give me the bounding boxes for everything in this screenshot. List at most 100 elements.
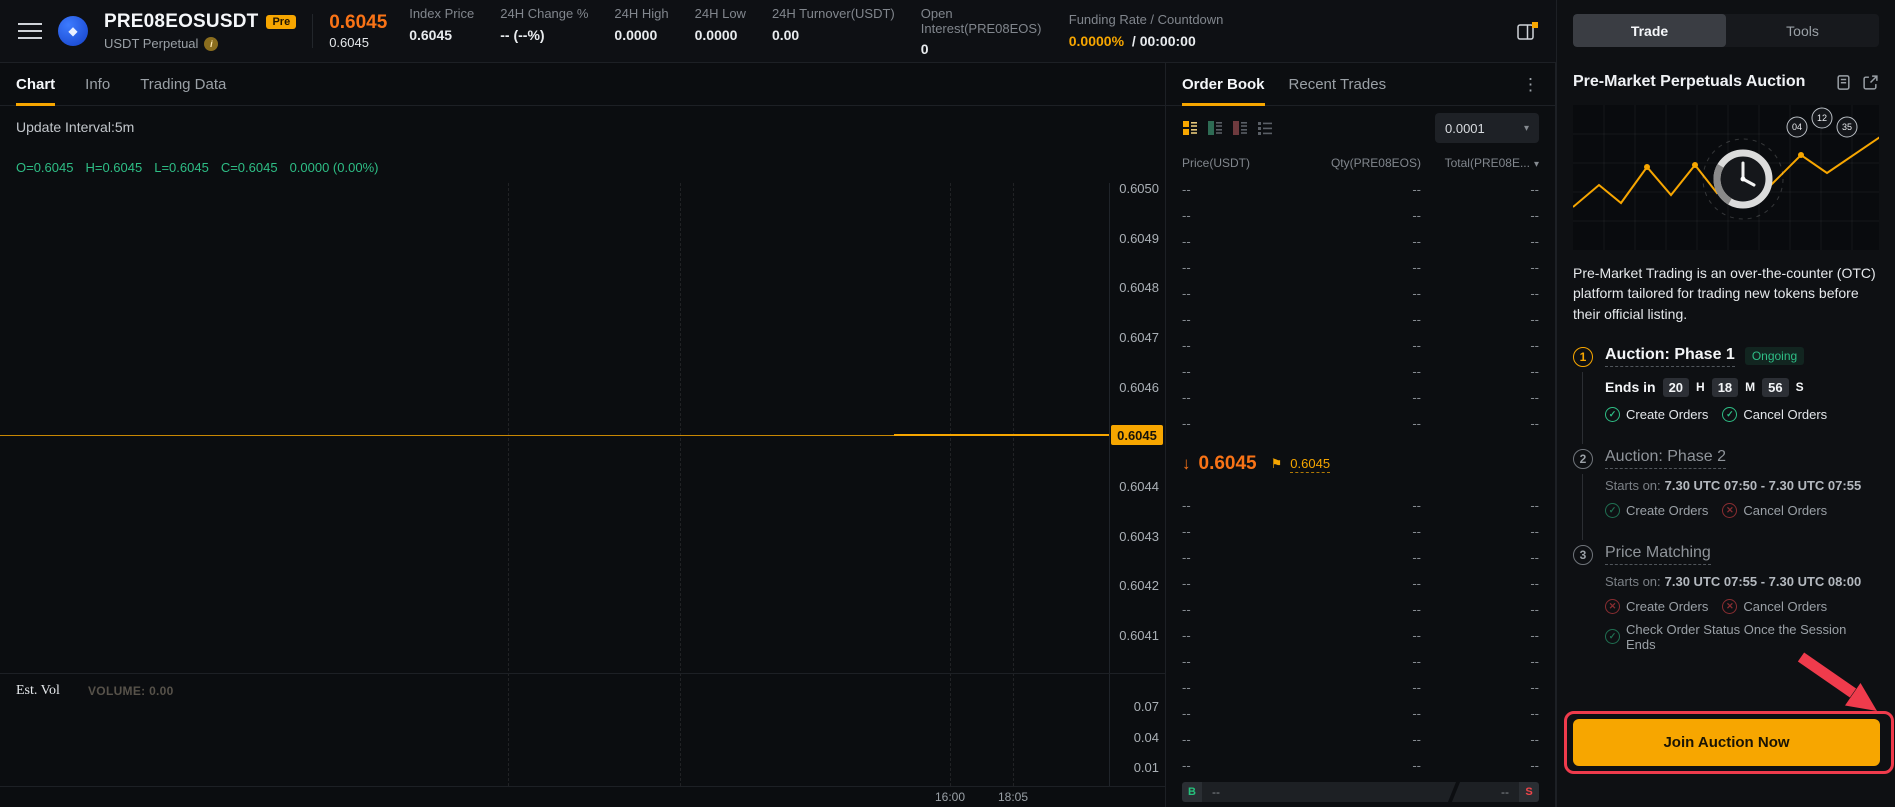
bid-row[interactable]: -- -- -- bbox=[1166, 596, 1555, 622]
bid-row[interactable]: -- -- -- bbox=[1166, 544, 1555, 570]
bid-total: -- bbox=[1421, 758, 1539, 773]
bid-row[interactable]: -- -- -- bbox=[1166, 570, 1555, 596]
price-axis-label: 0.6046 bbox=[1119, 380, 1159, 395]
bid-price: -- bbox=[1182, 680, 1296, 695]
trading-app: ◆ PRE08EOSUSDT Pre USDT Perpetual i 0.60… bbox=[0, 0, 1895, 807]
ask-row[interactable]: -- -- -- bbox=[1166, 202, 1555, 228]
pane-divider[interactable] bbox=[0, 673, 1165, 674]
orderbook-view-list-icon[interactable] bbox=[1257, 120, 1273, 136]
tab-trade[interactable]: Trade bbox=[1573, 14, 1726, 47]
ask-price: -- bbox=[1182, 208, 1296, 223]
bid-row[interactable]: -- -- -- bbox=[1166, 492, 1555, 518]
orderbook-tabs: Order Book Recent Trades ⋮ bbox=[1166, 63, 1555, 106]
ask-total: -- bbox=[1421, 416, 1539, 431]
tick-size-value: 0.0001 bbox=[1445, 121, 1485, 136]
stat-label: 24H High bbox=[614, 7, 668, 22]
cross-circle-icon: ✕ bbox=[1722, 503, 1737, 518]
gridline bbox=[508, 183, 509, 786]
info-icon[interactable]: i bbox=[204, 37, 218, 51]
volume-axis-label: 0.04 bbox=[1134, 730, 1159, 745]
orderbook-panel: Order Book Recent Trades ⋮ 0.000 bbox=[1166, 63, 1556, 807]
ohlc-value: O=0.6045 bbox=[16, 160, 73, 175]
orderbook-last-price: 0.6045 bbox=[1199, 453, 1257, 475]
chart-plot[interactable]: 0.60500.60490.60480.60470.60460.60450.60… bbox=[0, 183, 1165, 807]
ask-row[interactable]: -- -- -- bbox=[1166, 280, 1555, 306]
price-down-arrow-icon: ↓ bbox=[1182, 454, 1191, 474]
funding-stat: Funding Rate / Countdown 0.0000% / 00:00… bbox=[1069, 13, 1224, 49]
phase-2: 2 Auction: Phase 2 Starts on:7.30 UTC 07… bbox=[1573, 448, 1879, 544]
bid-total: -- bbox=[1421, 576, 1539, 591]
ohlc-value: 0.0000 (0.00%) bbox=[290, 160, 379, 175]
tab-recent-trades[interactable]: Recent Trades bbox=[1289, 63, 1387, 105]
bid-row[interactable]: -- -- -- bbox=[1166, 622, 1555, 648]
header-stat: 24H Low 0.0000 bbox=[695, 7, 746, 43]
stat-value: 0.6045 bbox=[409, 27, 474, 43]
est-vol-label: Est. Vol bbox=[16, 683, 60, 699]
ask-price: -- bbox=[1182, 364, 1296, 379]
orderbook-view-bids-icon[interactable] bbox=[1207, 120, 1223, 136]
mark-price: 0.6045 bbox=[329, 35, 393, 50]
price-axis-label: 0.6044 bbox=[1119, 479, 1159, 494]
tab-order-book[interactable]: Order Book bbox=[1182, 63, 1265, 105]
check-circle-icon: ✓ bbox=[1722, 407, 1737, 422]
ask-row[interactable]: -- -- -- bbox=[1166, 306, 1555, 332]
orderbook-mark-price[interactable]: 0.6045 bbox=[1290, 456, 1330, 473]
header-stat: 24H Turnover(USDT) 0.00 bbox=[772, 7, 895, 43]
bid-total: -- bbox=[1421, 628, 1539, 643]
tab-chart[interactable]: Chart bbox=[16, 63, 55, 105]
ask-qty: -- bbox=[1296, 208, 1421, 223]
countdown-seconds: 56 bbox=[1762, 378, 1788, 397]
time-axis[interactable] bbox=[0, 786, 1165, 787]
tab-tools[interactable]: Tools bbox=[1726, 14, 1879, 47]
tick-size-select[interactable]: 0.0001 ▾ bbox=[1435, 113, 1539, 143]
join-auction-button[interactable]: Join Auction Now bbox=[1573, 719, 1880, 766]
column-total[interactable]: Total(PRE08E...▾ bbox=[1421, 156, 1539, 170]
phase-1-title[interactable]: Auction: Phase 1 bbox=[1605, 346, 1735, 367]
price-axis-labels: 0.60500.60490.60480.60470.60460.60450.60… bbox=[1119, 181, 1159, 643]
ohlc-value: C=0.6045 bbox=[221, 160, 278, 175]
external-link-icon[interactable] bbox=[1862, 74, 1879, 91]
bid-total: -- bbox=[1421, 602, 1539, 617]
ask-row[interactable]: -- -- -- bbox=[1166, 228, 1555, 254]
bid-price: -- bbox=[1182, 524, 1296, 539]
phase-3-title[interactable]: Price Matching bbox=[1605, 544, 1711, 565]
price-block: 0.6045 0.6045 bbox=[329, 13, 393, 50]
tab-trading-data[interactable]: Trading Data bbox=[140, 63, 226, 105]
rules-document-icon[interactable] bbox=[1835, 74, 1852, 91]
orderbook-controls: 0.0001 ▾ bbox=[1166, 106, 1555, 150]
ask-total: -- bbox=[1421, 234, 1539, 249]
bid-row[interactable]: -- -- -- bbox=[1166, 726, 1555, 752]
ohlc-legend: O=0.6045H=0.6045L=0.6045C=0.60450.0000 (… bbox=[16, 160, 378, 175]
bid-row[interactable]: -- -- -- bbox=[1166, 752, 1555, 778]
ask-row[interactable]: -- -- -- bbox=[1166, 410, 1555, 436]
ask-row[interactable]: -- -- -- bbox=[1166, 358, 1555, 384]
bid-total: -- bbox=[1421, 550, 1539, 565]
orderbook-view-asks-icon[interactable] bbox=[1232, 120, 1248, 136]
ask-row[interactable]: -- -- -- bbox=[1166, 332, 1555, 358]
menu-icon[interactable] bbox=[18, 22, 42, 40]
auction-banner-image: 04 12 35 bbox=[1573, 105, 1879, 250]
header-stat: 24H Change % -- (--%) bbox=[500, 7, 588, 43]
more-options-icon[interactable]: ⋮ bbox=[1522, 76, 1539, 93]
bid-qty: -- bbox=[1296, 680, 1421, 695]
ask-row[interactable]: -- -- -- bbox=[1166, 176, 1555, 202]
orderbook-view-both-icon[interactable] bbox=[1182, 120, 1198, 136]
bid-row[interactable]: -- -- -- bbox=[1166, 518, 1555, 544]
phase-2-title[interactable]: Auction: Phase 2 bbox=[1605, 448, 1726, 469]
ask-price: -- bbox=[1182, 390, 1296, 405]
bid-qty: -- bbox=[1296, 524, 1421, 539]
funding-countdown: / 00:00:00 bbox=[1132, 33, 1196, 49]
tab-info[interactable]: Info bbox=[85, 63, 110, 105]
layout-icon[interactable] bbox=[1517, 22, 1538, 41]
check-circle-icon: ✓ bbox=[1605, 407, 1620, 422]
bid-row[interactable]: -- -- -- bbox=[1166, 700, 1555, 726]
volume-axis-labels: 0.070.040.01 bbox=[1134, 699, 1159, 775]
bid-row[interactable]: -- -- -- bbox=[1166, 648, 1555, 674]
ask-row[interactable]: -- -- -- bbox=[1166, 384, 1555, 410]
ask-total: -- bbox=[1421, 364, 1539, 379]
ask-row[interactable]: -- -- -- bbox=[1166, 254, 1555, 280]
bid-row[interactable]: -- -- -- bbox=[1166, 674, 1555, 700]
countdown-hours: 20 bbox=[1663, 378, 1689, 397]
stat-label: 24H Change % bbox=[500, 7, 588, 22]
stat-label: 24H Low bbox=[695, 7, 746, 22]
